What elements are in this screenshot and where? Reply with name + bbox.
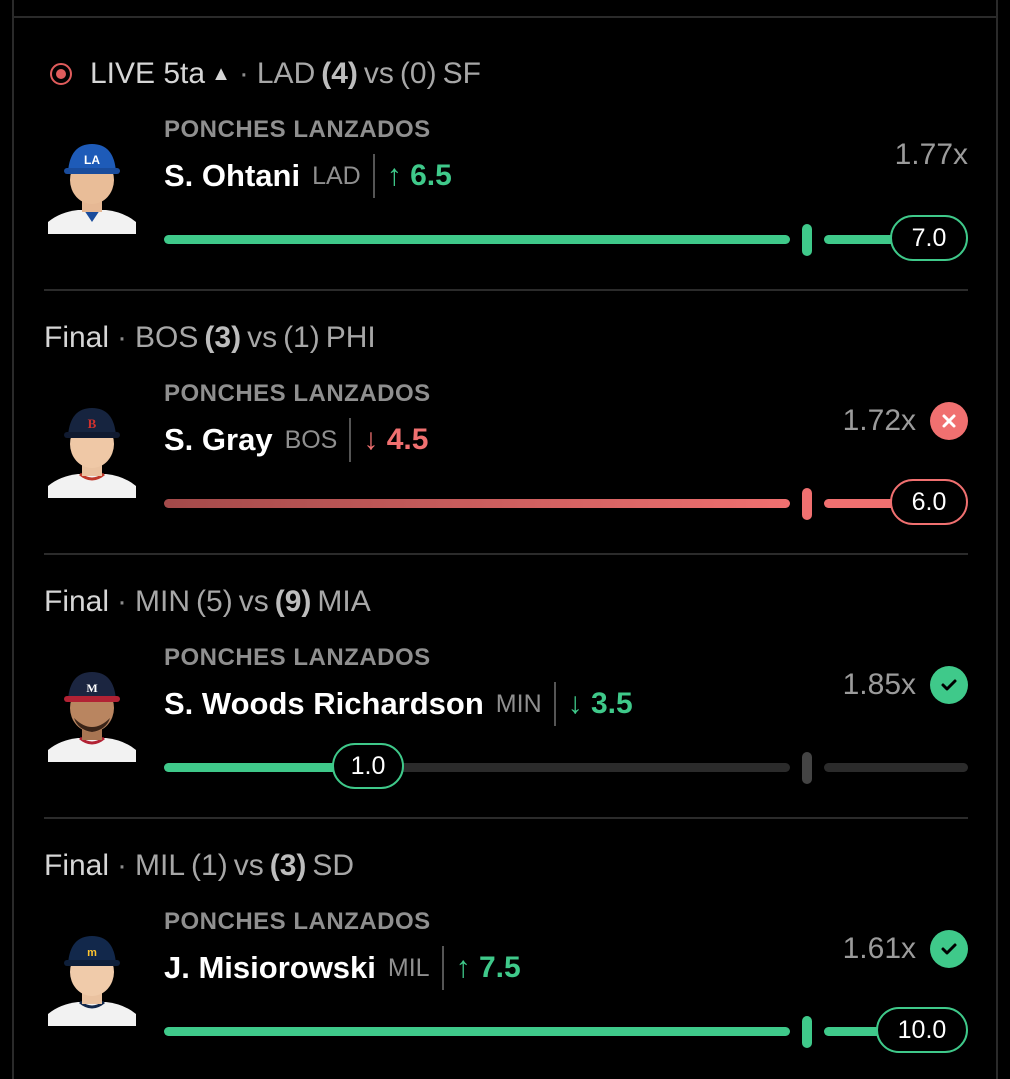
home-score: (3): [204, 321, 242, 354]
odds-group: 1.72x: [843, 402, 968, 440]
progress-fill: [164, 499, 790, 508]
player-avatar: LA: [44, 138, 140, 234]
game-header: Final · MIL (1) vs (3) SD: [44, 849, 355, 882]
progress-bar: 1.0: [164, 743, 968, 789]
home-score: (4): [321, 57, 358, 90]
game-status: Final: [44, 321, 110, 354]
line-value: ↓ 3.5: [567, 687, 633, 720]
player-name[interactable]: S. Woods Richardson: [164, 686, 484, 722]
separator: [372, 154, 375, 198]
lost-x-icon: [930, 402, 968, 440]
progress-fill: [164, 1027, 790, 1036]
odds-group: 1.61x: [843, 930, 968, 968]
odds-group: 1.85x: [843, 666, 968, 704]
player-avatar: m: [44, 930, 140, 1026]
away-score: (1): [283, 321, 320, 354]
odds-value: 1.77x: [894, 138, 968, 171]
current-stat-pill: 6.0: [890, 479, 968, 525]
card-divider: [44, 817, 968, 819]
player-line: S. Ohtani LAD ↑ 6.5: [164, 154, 452, 198]
odds-value: 1.72x: [842, 404, 916, 437]
market-label: PONCHES LANZADOS: [164, 116, 431, 143]
player-name[interactable]: S. Ohtani: [164, 158, 300, 194]
home-team: BOS: [135, 321, 199, 354]
player-name[interactable]: J. Misiorowski: [164, 950, 376, 986]
card-divider: [44, 553, 968, 555]
won-check-icon: [930, 930, 968, 968]
prop-card[interactable]: Final · MIN (5) vs (9) MIA M PONCHES LAN…: [44, 582, 968, 820]
game-status: Final: [44, 585, 110, 618]
away-team: MIA: [317, 585, 371, 618]
player-avatar: M: [44, 666, 140, 762]
game-header: Final · BOS (3) vs (1) PHI: [44, 321, 376, 354]
odds-group: 1.77x: [895, 138, 968, 172]
current-stat-pill: 10.0: [876, 1007, 968, 1053]
current-stat-pill: 1.0: [332, 743, 404, 789]
svg-text:M: M: [86, 681, 97, 695]
svg-text:B: B: [88, 416, 97, 431]
player-avatar: B: [44, 402, 140, 498]
home-team: LAD: [256, 57, 316, 90]
prop-card[interactable]: Final · BOS (3) vs (1) PHI B PONCHES LAN…: [44, 318, 968, 556]
live-badge: LIVE 5ta ▲: [44, 57, 231, 91]
progress-bar: 10.0: [164, 1007, 968, 1053]
line-value: ↑ 6.5: [386, 159, 452, 192]
home-team: MIN: [135, 585, 191, 618]
progress-fill: [164, 235, 790, 244]
away-score: (9): [274, 585, 312, 618]
player-name[interactable]: S. Gray: [164, 422, 273, 458]
game-status: Final: [44, 849, 110, 882]
current-stat-pill: 7.0: [890, 215, 968, 261]
svg-text:m: m: [87, 947, 97, 959]
player-line: S. Woods Richardson MIN ↓ 3.5: [164, 682, 633, 726]
player-team: LAD: [312, 161, 361, 190]
away-team: SF: [442, 57, 481, 90]
home-score: (1): [191, 849, 228, 882]
svg-text:LA: LA: [84, 153, 100, 167]
player-line: S. Gray BOS ↓ 4.5: [164, 418, 428, 462]
away-team: SD: [312, 849, 355, 882]
progress-track-rest: [824, 763, 968, 772]
line-marker: [802, 752, 812, 784]
home-team: MIL: [135, 849, 186, 882]
under-arrow-icon: ↓: [363, 423, 379, 456]
odds-value: 1.85x: [842, 668, 916, 701]
player-line: J. Misiorowski MIL ↑ 7.5: [164, 946, 521, 990]
live-icon: [50, 63, 72, 85]
player-team: MIN: [495, 689, 542, 718]
game-header: Final · MIN (5) vs (9) MIA: [44, 585, 371, 618]
away-score: (3): [269, 849, 307, 882]
player-team: MIL: [387, 953, 430, 982]
over-arrow-icon: ↑: [386, 159, 402, 192]
separator: [553, 682, 556, 726]
odds-value: 1.61x: [842, 932, 916, 965]
game-header: LIVE 5ta ▲ · LAD (4) vs (0) SF: [44, 54, 481, 94]
market-label: PONCHES LANZADOS: [164, 380, 431, 407]
line-marker: [802, 224, 812, 256]
line-marker: [802, 488, 812, 520]
home-score: (5): [196, 585, 233, 618]
line-value: ↓ 4.5: [363, 423, 429, 456]
prop-card[interactable]: LIVE 5ta ▲ · LAD (4) vs (0) SF LA PONCHE…: [44, 54, 968, 292]
separator: [349, 418, 352, 462]
under-arrow-icon: ↓: [567, 687, 583, 720]
progress-bar: 6.0: [164, 479, 968, 525]
separator: [441, 946, 444, 990]
card-divider: [44, 289, 968, 291]
away-score: (0): [399, 57, 437, 90]
progress-bar: 7.0: [164, 215, 968, 261]
over-arrow-icon: ↑: [455, 951, 471, 984]
game-status: LIVE 5ta: [90, 57, 206, 90]
market-label: PONCHES LANZADOS: [164, 908, 431, 935]
line-value: ↑ 7.5: [455, 951, 521, 984]
inning-half-icon: ▲: [211, 62, 231, 85]
market-label: PONCHES LANZADOS: [164, 644, 431, 671]
won-check-icon: [930, 666, 968, 704]
away-team: PHI: [325, 321, 376, 354]
prop-card[interactable]: Final · MIL (1) vs (3) SD m PONCHES LANZ…: [44, 846, 968, 1079]
line-marker: [802, 1016, 812, 1048]
player-team: BOS: [284, 425, 338, 454]
